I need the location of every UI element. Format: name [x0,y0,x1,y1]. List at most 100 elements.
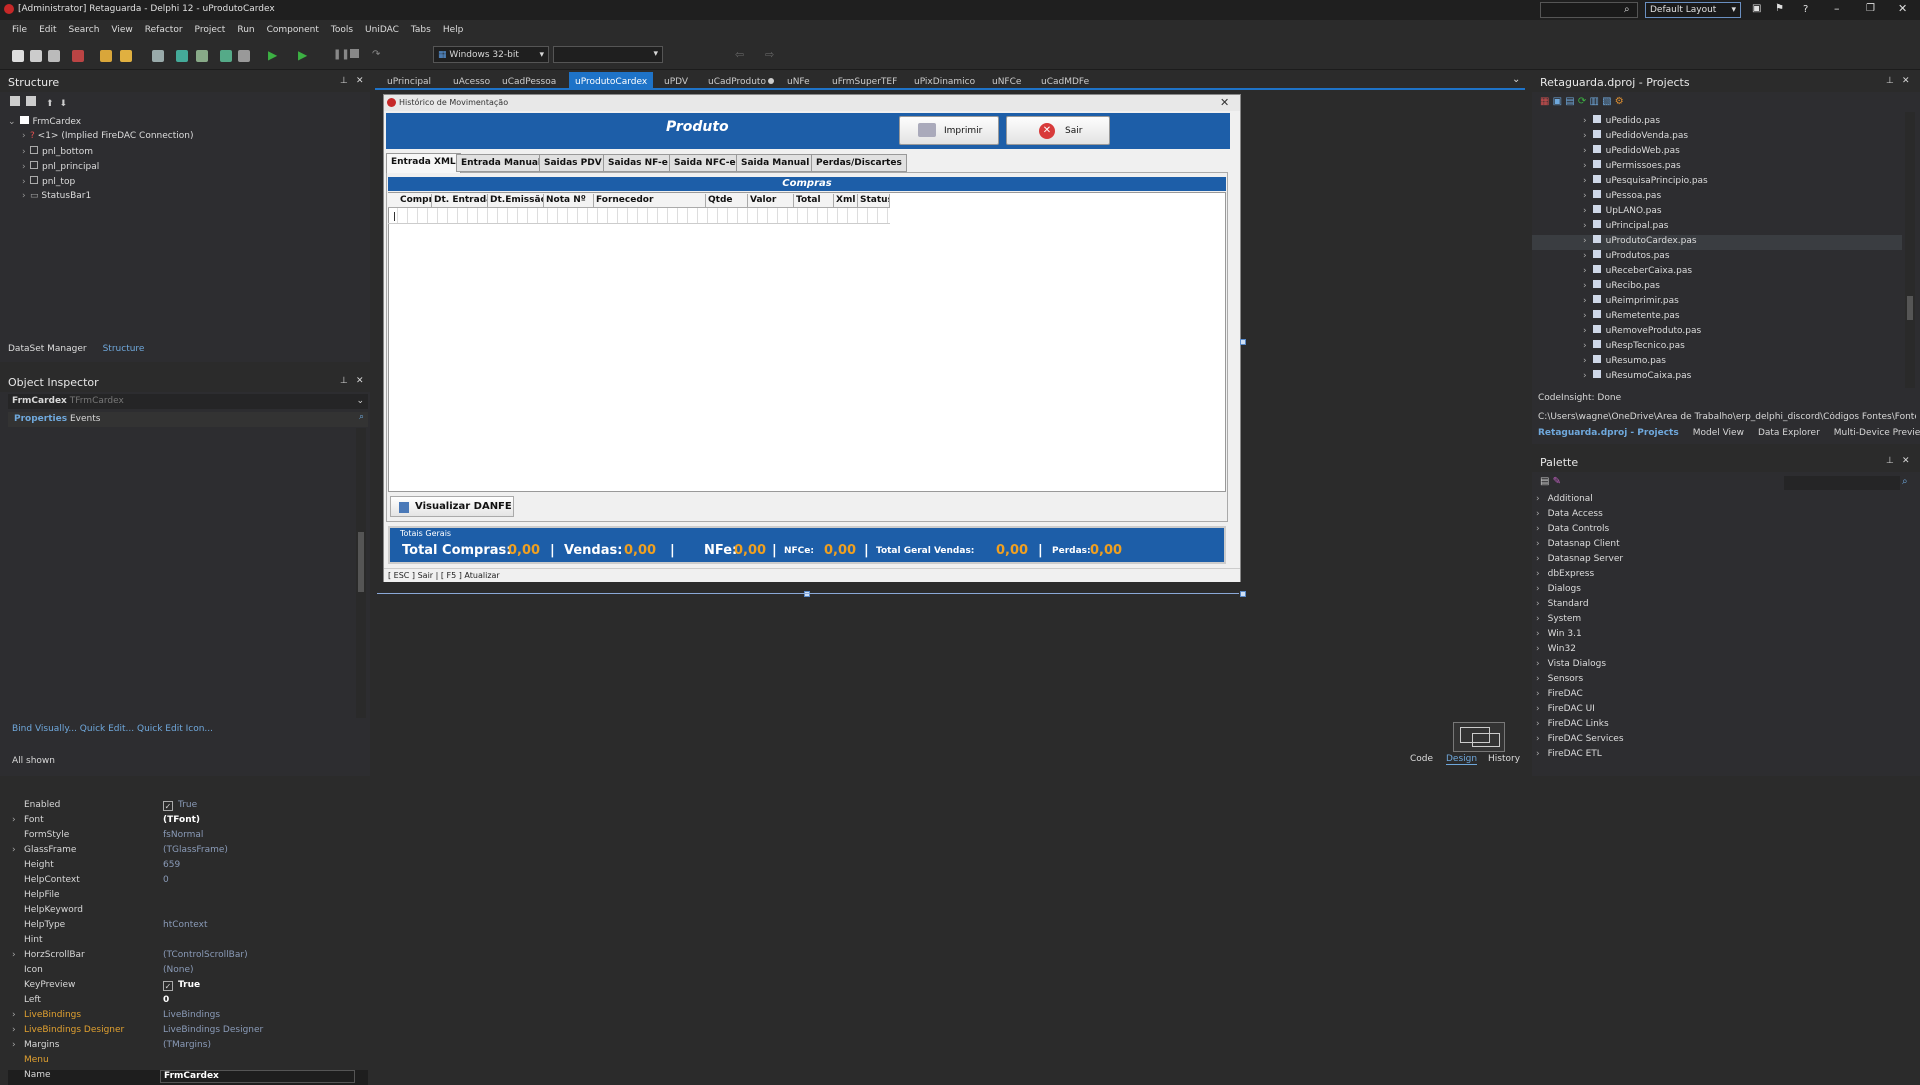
menu-help[interactable]: Help [443,25,464,35]
checkbox-icon[interactable]: ✓ [163,981,173,991]
column-header[interactable]: Qtde [706,194,748,208]
chevron-right-icon[interactable]: › [1583,161,1587,171]
tab-perdas-discartes[interactable]: Perdas/Discartes [811,154,907,172]
chevron-right-icon[interactable]: › [1536,569,1540,579]
property-row[interactable]: HelpContext 0 [8,875,368,890]
palette-category[interactable]: › Standard [1536,599,1589,614]
search-icon[interactable]: ⌕ [1624,4,1634,15]
help-icon[interactable]: ? [1803,4,1808,15]
chevron-right-icon[interactable]: › [1583,191,1587,201]
property-row[interactable]: HelpKeyword [8,905,368,920]
tab-ufrmsupertef[interactable]: uFrmSuperTEF [826,74,903,90]
palette-category[interactable]: › dbExpress [1536,569,1594,584]
save-all-icon[interactable] [176,50,188,62]
chevron-right-icon[interactable]: › [1536,674,1540,684]
property-value[interactable]: (TGlassFrame) [163,845,228,855]
palette-category[interactable]: › Additional [1536,494,1593,509]
column-header[interactable]: Compr [398,194,432,208]
property-row[interactable]: › LiveBindings Designer LiveBindings Desig… [8,1025,368,1040]
property-value[interactable]: (None) [163,965,194,975]
layout-flag-icon[interactable]: ⚑ [1775,3,1784,14]
chevron-right-icon[interactable]: › [1583,116,1587,126]
tree-item[interactable]: › pnl_bottom [8,146,363,161]
tree-item[interactable]: › ▭ StatusBar1 [8,191,363,206]
chevron-right-icon[interactable]: › [1536,719,1540,729]
menu-view[interactable]: View [111,25,132,35]
settings-icon[interactable]: ⚙ [1615,96,1624,107]
tab-ucadpessoa[interactable]: uCadPessoa [496,74,562,90]
exit-button[interactable]: ✕ Sair [1006,116,1110,145]
filter-icon[interactable]: ✎ [1553,476,1561,487]
palette-category[interactable]: › FireDAC UI [1536,704,1595,719]
close-icon[interactable]: ✕ [1902,456,1910,466]
property-value[interactable]: 659 [163,860,180,870]
chevron-right-icon[interactable]: › [1536,689,1540,699]
chevron-right-icon[interactable]: › [1536,509,1540,519]
column-header[interactable]: Status [858,194,890,208]
pause-icon[interactable]: ❚❚ [333,49,350,60]
run-icon[interactable]: ▶ [268,48,277,62]
tab-upixdinamico[interactable]: uPixDinamico [908,74,981,90]
palette-category[interactable]: › Dialogs [1536,584,1581,599]
property-row[interactable]: Height 659 [8,860,368,875]
step-icon[interactable]: ↷ [372,49,380,60]
tree-item[interactable]: › pnl_top [8,176,363,191]
project-file-item[interactable]: › uRemetente.pas [1583,310,1680,325]
tab-dataset-manager[interactable]: DataSet Manager [8,344,87,354]
resize-handle[interactable] [1240,339,1246,345]
chevron-right-icon[interactable]: › [1536,554,1540,564]
remove-icon[interactable] [72,50,84,62]
property-value[interactable]: fsNormal [163,830,203,840]
chevron-right-icon[interactable]: › [12,1025,16,1035]
search-icon[interactable]: ⌕ [359,412,364,422]
menu-tools[interactable]: Tools [331,25,353,35]
chevron-right-icon[interactable]: › [1583,371,1587,381]
column-header[interactable]: Xml [834,194,858,208]
chevron-right-icon[interactable]: › [1536,734,1540,744]
column-header[interactable]: Dt.Emissão [488,194,544,208]
project-file-item[interactable]: › uRecibo.pas [1583,280,1660,295]
build-icon[interactable] [196,50,208,62]
project-options-icon[interactable]: ▦ [1540,96,1549,107]
property-value[interactable]: 0 [163,995,169,1005]
pin-icon[interactable]: ⊥ [1886,456,1894,466]
column-header[interactable]: Valor [748,194,794,208]
tab-entrada-xml[interactable]: Entrada XML [386,153,461,173]
chevron-right-icon[interactable]: › [12,815,16,825]
tab-ucadproduto[interactable]: uCadProduto [702,74,772,90]
menu-component[interactable]: Component [267,25,319,35]
chevron-right-icon[interactable]: › [1536,704,1540,714]
pin-icon[interactable]: ⊥ [340,376,348,386]
close-icon[interactable]: ✕ [1898,2,1907,15]
chevron-right-icon[interactable]: › [1536,659,1540,669]
down-icon[interactable]: ⬇ [60,99,68,109]
chevron-right-icon[interactable]: › [12,950,16,960]
chevron-right-icon[interactable]: › [1583,236,1587,246]
open-project-icon[interactable] [100,50,112,62]
chevron-right-icon[interactable]: › [1583,326,1587,336]
chevron-right-icon[interactable]: › [1583,206,1587,216]
chevron-right-icon[interactable]: › [1583,221,1587,231]
menu-tabs[interactable]: Tabs [411,25,431,35]
property-value[interactable]: 0 [163,875,169,885]
tab-unfe[interactable]: uNFe [781,74,816,90]
config-select[interactable]: ▾ [553,46,663,63]
property-row[interactable]: Name FrmCardex [8,1070,368,1085]
project-file-item[interactable]: › uReimprimir.pas [1583,295,1679,310]
project-file-item[interactable]: › uResumoCaixa.pas [1583,370,1691,385]
property-row[interactable]: Enabled ✓ True [8,800,368,815]
property-row[interactable]: › LiveBindings LiveBindings [8,1010,368,1025]
forward-icon[interactable]: ⇨ [765,48,774,61]
tab-properties[interactable]: Properties [14,414,67,424]
chevron-right-icon[interactable]: › [1536,629,1540,639]
palette-category[interactable]: › FireDAC [1536,689,1583,704]
property-value[interactable]: (TControlScrollBar) [163,950,248,960]
tab-multi-device-preview[interactable]: Multi-Device Preview [1834,428,1920,438]
view-icon[interactable]: ▥ [1590,96,1599,107]
chevron-right-icon[interactable]: › [1536,494,1540,504]
tree-item[interactable]: › pnl_principal [8,161,363,176]
save-icon[interactable] [152,50,164,62]
purchases-grid[interactable] [388,192,1226,492]
tab-history[interactable]: History [1488,754,1520,764]
column-header[interactable]: Nota Nº [544,194,594,208]
